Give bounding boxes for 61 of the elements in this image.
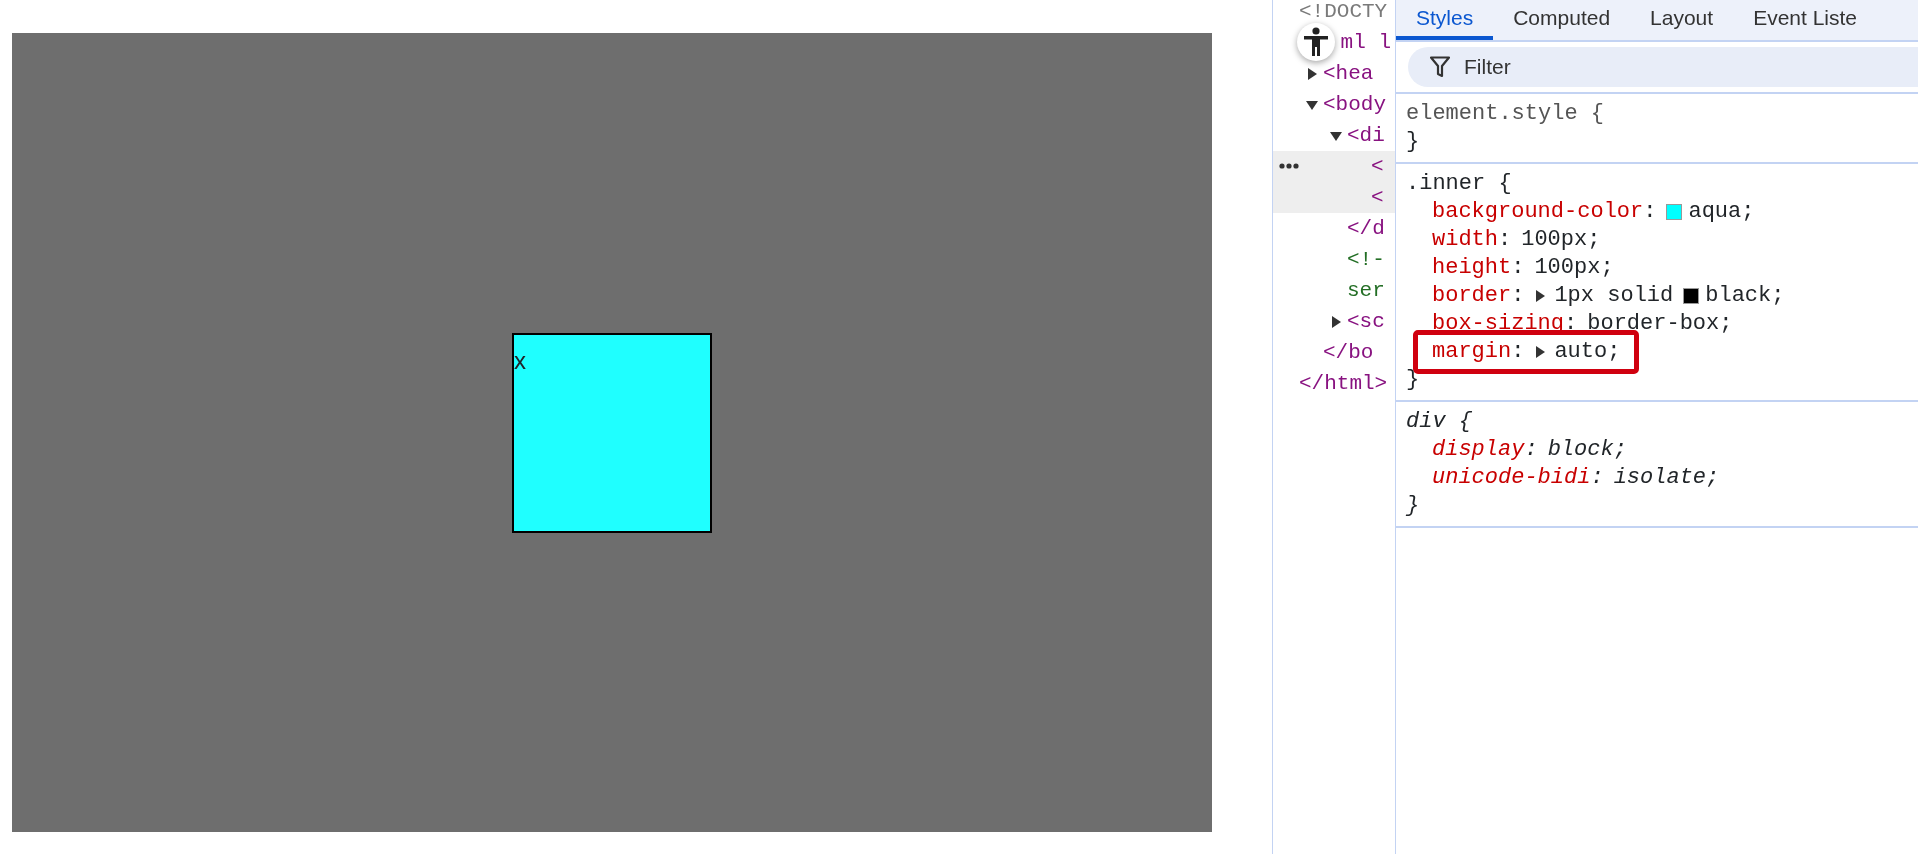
property-value[interactable]: border-box;	[1587, 310, 1733, 338]
node-tag[interactable]: <sc	[1347, 311, 1385, 332]
colon-text: :	[1511, 254, 1525, 282]
rule-selector: element.style {	[1406, 100, 1606, 128]
comment-text[interactable]: ser	[1347, 280, 1385, 301]
panel-tab[interactable]: Styles	[1396, 0, 1494, 40]
panel-tab[interactable]: Computed	[1493, 0, 1631, 40]
rule-selector: .inner {	[1406, 170, 1513, 198]
property-name[interactable]: width	[1432, 226, 1498, 254]
node-tag[interactable]: </bo	[1323, 342, 1374, 363]
rule-selector: div {	[1406, 408, 1473, 436]
colon-text: :	[1590, 464, 1604, 492]
property-name[interactable]: margin	[1432, 338, 1512, 366]
colon-text: :	[1564, 310, 1578, 338]
filter-field[interactable]: Filter	[1408, 47, 1918, 87]
collapse-icon[interactable]	[1306, 98, 1318, 111]
property-name[interactable]: background-color	[1432, 198, 1644, 226]
rule-brace: }	[1406, 128, 1421, 156]
color-swatch[interactable]	[1666, 204, 1683, 220]
property-name[interactable]: display	[1432, 436, 1525, 464]
node-tag[interactable]: </html>	[1299, 373, 1388, 394]
node-tag[interactable]: <	[1371, 187, 1384, 208]
selected-node-row[interactable]: <	[1273, 151, 1395, 182]
node-tag[interactable]: <body	[1323, 94, 1386, 115]
expand-icon[interactable]	[1534, 345, 1547, 359]
property-value[interactable]: aqua;	[1688, 198, 1755, 226]
property-value[interactable]: isolate;	[1613, 464, 1720, 492]
node-tag[interactable]: <di	[1347, 125, 1385, 146]
property-name[interactable]: height	[1432, 254, 1512, 282]
node-tag[interactable]: </d	[1347, 218, 1385, 239]
node-tag[interactable]: <hea	[1323, 63, 1374, 84]
collapse-icon[interactable]	[1330, 129, 1342, 142]
property-name[interactable]: border	[1432, 282, 1512, 310]
panel-tab[interactable]: Event Liste	[1733, 0, 1878, 40]
expand-icon[interactable]	[1534, 289, 1547, 303]
colon-text: :	[1524, 436, 1538, 464]
property-value[interactable]: 100px;	[1521, 226, 1601, 254]
more-icon[interactable]	[1279, 163, 1299, 169]
comment-text[interactable]: <!-	[1347, 249, 1385, 270]
property-value[interactable]: 1px solid	[1554, 282, 1674, 310]
property-name[interactable]: unicode-bidi	[1432, 464, 1591, 492]
property-value[interactable]: auto;	[1554, 338, 1621, 366]
colon-text: :	[1643, 198, 1657, 226]
box-text: x	[514, 345, 526, 376]
color-swatch[interactable]	[1683, 288, 1700, 304]
property-value[interactable]: block;	[1547, 436, 1627, 464]
expand-icon[interactable]	[1306, 67, 1318, 80]
accessibility-icon[interactable]	[1297, 23, 1335, 61]
node-tag[interactable]: <!DOCTY	[1299, 1, 1388, 22]
node-tag[interactable]: ml l	[1340, 32, 1391, 53]
property-value[interactable]: black;	[1705, 282, 1785, 310]
property-name[interactable]: box-sizing	[1432, 310, 1565, 338]
rule-brace: }	[1406, 492, 1421, 520]
panel-tab[interactable]: Layout	[1630, 0, 1734, 40]
colon-text: :	[1511, 338, 1525, 366]
property-value[interactable]: 100px;	[1534, 254, 1614, 282]
rule-brace: }	[1406, 366, 1421, 394]
node-tag[interactable]: <	[1371, 156, 1384, 177]
colon-text: :	[1511, 282, 1525, 310]
colon-text: :	[1498, 226, 1512, 254]
expand-icon[interactable]	[1330, 315, 1342, 328]
